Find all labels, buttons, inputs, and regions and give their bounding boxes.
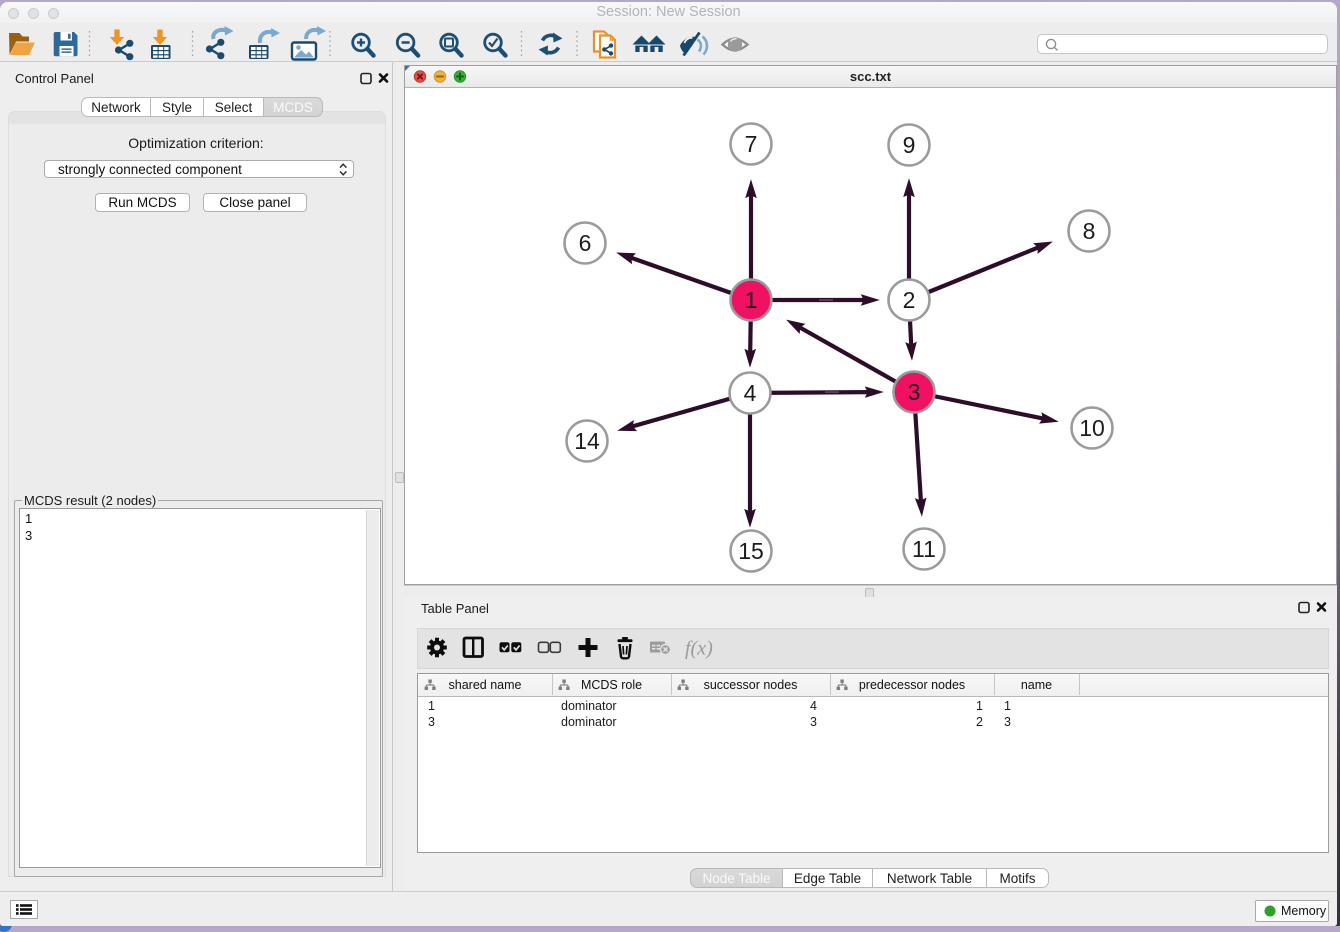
svg-text:15: 15 <box>738 538 764 564</box>
svg-text:1: 1 <box>745 287 758 313</box>
svg-text:10: 10 <box>1079 415 1105 441</box>
svg-text:4: 4 <box>744 380 757 406</box>
svg-text:14: 14 <box>574 428 600 454</box>
svg-text:6: 6 <box>579 230 592 256</box>
svg-text:8: 8 <box>1083 218 1096 244</box>
svg-text:3: 3 <box>908 379 921 405</box>
svg-text:f(x): f(x) <box>685 638 713 660</box>
svg-text:7: 7 <box>745 131 758 157</box>
svg-text:2: 2 <box>903 287 916 313</box>
svg-text:11: 11 <box>912 536 936 562</box>
svg-text:9: 9 <box>903 132 916 158</box>
